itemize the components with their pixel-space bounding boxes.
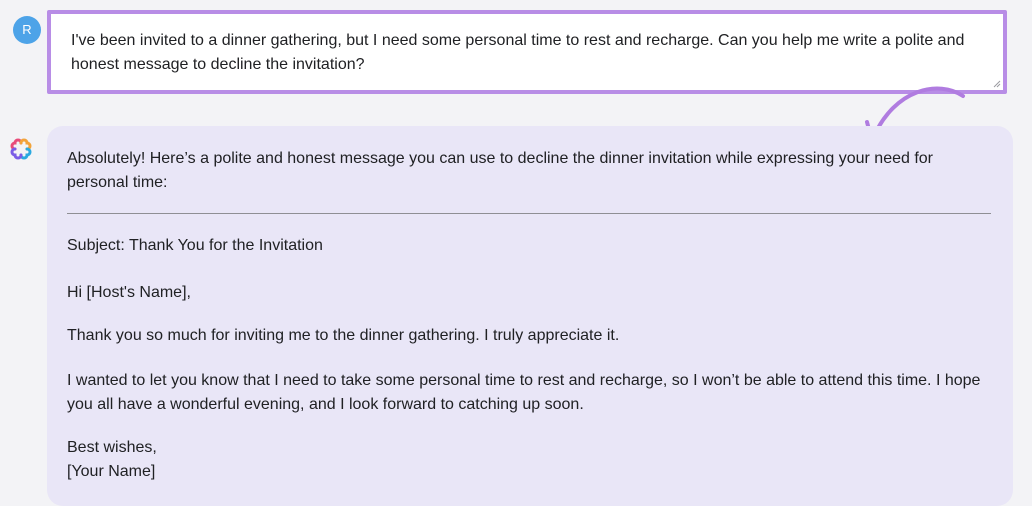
assistant-logo-icon: [10, 138, 32, 160]
response-intro: Absolutely! Here’s a polite and honest m…: [67, 150, 934, 191]
email-greeting: Hi [Host's Name],: [67, 284, 191, 301]
response-card: Absolutely! Here’s a polite and honest m…: [47, 126, 1013, 506]
prompt-text: I've been invited to a dinner gathering,…: [71, 32, 965, 73]
divider: [67, 213, 991, 214]
email-body-paragraph-2: I wanted to let you know that I need to …: [67, 372, 981, 413]
resize-grip-icon[interactable]: [991, 78, 1001, 88]
email-signoff: Best wishes,: [67, 439, 157, 456]
user-avatar: R: [13, 16, 41, 44]
email-signature: [Your Name]: [67, 463, 156, 480]
email-subject: Subject: Thank You for the Invitation: [67, 237, 323, 254]
email-body-paragraph-1: Thank you so much for inviting me to the…: [67, 327, 620, 344]
